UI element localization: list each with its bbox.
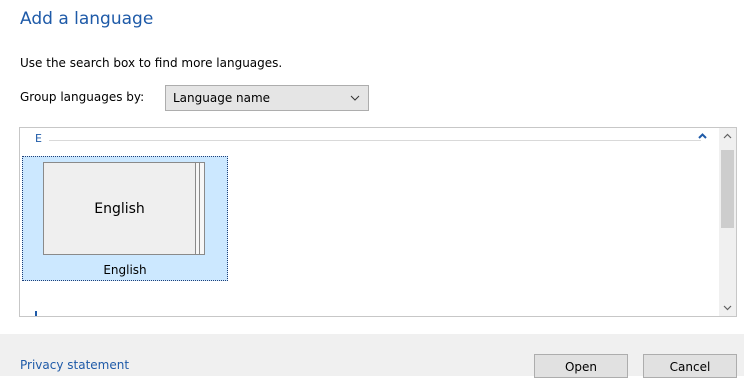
group-divider — [49, 140, 701, 141]
dialog-title: Add a language — [20, 9, 154, 29]
cancel-button[interactable]: Cancel — [643, 354, 737, 378]
scroll-thumb[interactable] — [721, 150, 734, 228]
language-list[interactable]: E English English — [19, 127, 737, 317]
scroll-up-arrow-icon[interactable] — [719, 128, 736, 145]
chevron-down-icon — [350, 95, 360, 101]
group-header-letter[interactable]: E — [35, 132, 42, 145]
chevron-up-icon[interactable] — [697, 131, 708, 142]
group-by-select[interactable]: Language name — [165, 85, 369, 111]
vertical-scrollbar[interactable] — [719, 128, 736, 316]
privacy-statement-link[interactable]: Privacy statement — [20, 358, 129, 372]
group-by-label: Group languages by: — [20, 90, 145, 104]
language-tile-label: English — [103, 263, 147, 277]
instructions-text: Use the search box to find more language… — [20, 56, 283, 70]
scroll-down-arrow-icon[interactable] — [719, 299, 736, 316]
tile-stack-edge — [200, 162, 205, 255]
group-by-value: Language name — [173, 91, 271, 105]
language-tile-english[interactable]: English English — [22, 156, 228, 281]
dialog-footer: Privacy statement Open Cancel — [0, 334, 744, 378]
language-tile-card: English — [43, 162, 196, 255]
open-button[interactable]: Open — [534, 354, 628, 378]
tile-card-text: English — [94, 201, 145, 217]
next-group-header-partial — [35, 311, 37, 316]
